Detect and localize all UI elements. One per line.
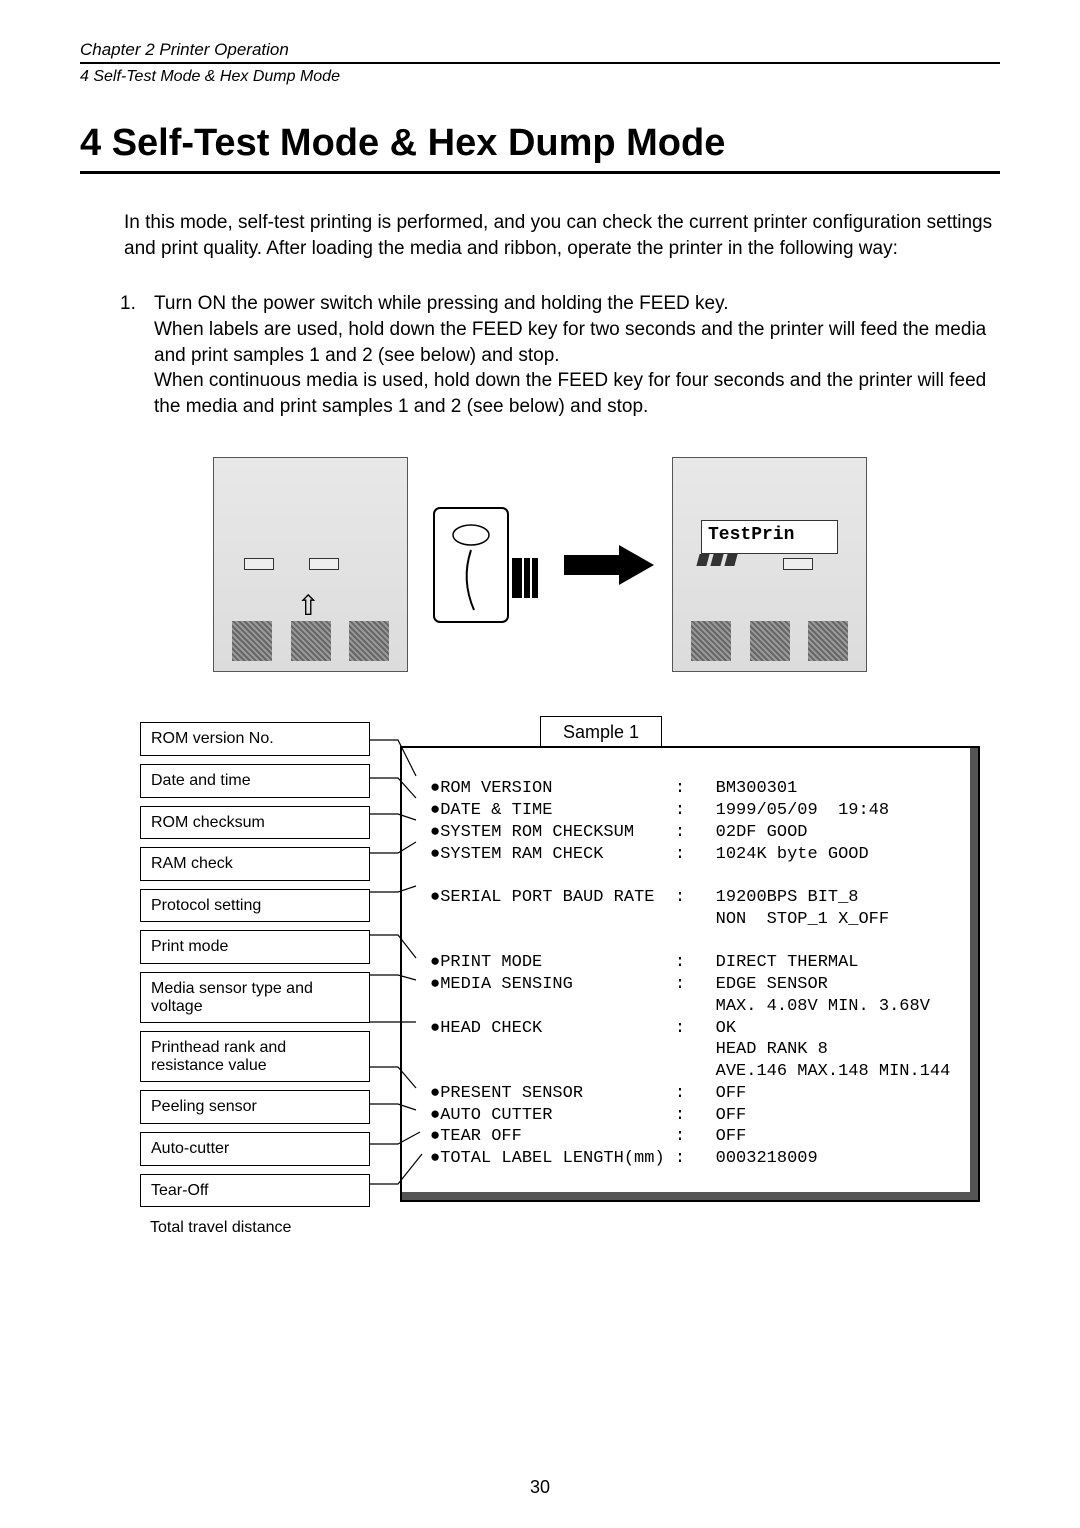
- step-1: 1. Turn ON the power switch while pressi…: [120, 291, 1000, 419]
- step-line-1: Turn ON the power switch while pressing …: [154, 293, 729, 314]
- step-line-2: When labels are used, hold down the FEED…: [154, 319, 986, 366]
- arrow-right-icon: [564, 545, 654, 585]
- label-printhead: Printhead rank and resistance value: [140, 1031, 370, 1082]
- label-auto-cutter: Auto-cutter: [140, 1132, 370, 1166]
- step-number: 1.: [120, 291, 144, 419]
- printout-text: ROM VERSION : BM300301 DATE & TIME : 199…: [402, 748, 978, 1190]
- breadcrumb: 4 Self-Test Mode & Hex Dump Mode: [80, 68, 1000, 86]
- chapter-header: Chapter 2 Printer Operation: [80, 40, 1000, 64]
- printer-after-icon: TestPrin: [672, 457, 867, 672]
- label-rom-version: ROM version No.: [140, 722, 370, 756]
- page-title: 4 Self-Test Mode & Hex Dump Mode: [80, 122, 1000, 174]
- label-protocol: Protocol setting: [140, 889, 370, 923]
- label-media-sensor: Media sensor type and voltage: [140, 972, 370, 1023]
- step-body: Turn ON the power switch while pressing …: [154, 291, 1000, 419]
- label-rom-checksum: ROM checksum: [140, 806, 370, 840]
- sample-diagram: Sample 1 ROM version No. Date and time R…: [140, 722, 980, 1220]
- sample-badge: Sample 1: [540, 716, 662, 749]
- label-peeling-sensor: Peeling sensor: [140, 1090, 370, 1124]
- illustration-row: ⇧ TestPrin: [80, 457, 1000, 672]
- label-tear-off: Tear-Off: [140, 1174, 370, 1208]
- printer-before-icon: ⇧: [213, 457, 408, 672]
- hand-press-icon: [426, 500, 546, 630]
- page-number: 30: [0, 1477, 1080, 1498]
- label-print-mode: Print mode: [140, 930, 370, 964]
- printout-box: ROM VERSION : BM300301 DATE & TIME : 199…: [400, 746, 980, 1202]
- intro-paragraph: In this mode, self-test printing is perf…: [124, 210, 1000, 261]
- lcd-display: TestPrin: [701, 520, 838, 554]
- step-line-3: When continuous media is used, hold down…: [154, 370, 986, 417]
- label-date-time: Date and time: [140, 764, 370, 798]
- label-ram-check: RAM check: [140, 847, 370, 881]
- label-total-travel: Total travel distance: [140, 1215, 370, 1241]
